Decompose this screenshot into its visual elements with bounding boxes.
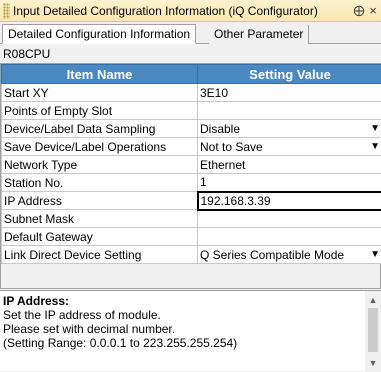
item-name-cell[interactable]: Default Gateway [2,228,198,246]
description-scrollbar[interactable]: ▲ ▼ [365,291,381,372]
tab-detailed-configuration[interactable]: Detailed Configuration Information [2,24,196,44]
description-pane: IP Address: Set the IP address of module… [0,290,381,371]
close-icon[interactable]: × [367,4,379,18]
tab-other-parameter[interactable]: Other Parameter [209,25,309,44]
dropdown-arrow-icon[interactable]: ▼ [370,138,380,156]
table-row[interactable]: Points of Empty Slot [2,102,381,120]
item-name-cell[interactable]: Network Type [2,156,198,174]
pin-icon[interactable]: ⨁ [353,4,365,18]
description-title: IP Address: [3,294,69,308]
tab-bar: Detailed Configuration Information Other… [0,22,381,44]
setting-value-text: Q Series Compatible Mode [200,248,344,262]
setting-value-text: 1 [200,175,207,189]
setting-value-cell[interactable]: Ethernet [198,156,381,174]
setting-value-text: Ethernet [200,158,245,172]
dropdown-arrow-icon[interactable]: ▼ [370,246,380,264]
setting-value-cell[interactable]: 3E10 [198,84,381,102]
setting-value-cell[interactable] [198,210,381,228]
table-row[interactable]: IP Address192.168.3.39 [2,192,381,210]
item-name-cell[interactable]: Device/Label Data Sampling [2,120,198,138]
scroll-up-icon[interactable]: ▲ [365,293,381,307]
item-name-cell[interactable]: Station No. [2,174,198,192]
grid-header-row: Item Name Setting Value [2,65,381,84]
table-row[interactable]: Link Direct Device SettingQ Series Compa… [2,246,381,264]
setting-value-text: Disable [200,122,240,136]
setting-value-cell[interactable]: Disable ▼ [198,120,381,138]
setting-value-text: Not to Save [200,140,263,154]
table-row[interactable]: Save Device/Label OperationsNot to Save ▼ [2,138,381,156]
table-row[interactable]: Station No.1 [2,174,381,192]
scroll-down-icon[interactable]: ▼ [365,356,381,370]
table-row[interactable]: Subnet Mask [2,210,381,228]
config-panel: Input Detailed Configuration Information… [0,0,381,371]
item-name-cell[interactable]: Points of Empty Slot [2,102,198,120]
item-name-cell[interactable]: Save Device/Label Operations [2,138,198,156]
setting-value-cell[interactable] [198,228,381,246]
setting-value-cell[interactable]: Not to Save ▼ [198,138,381,156]
column-header-setting-value: Setting Value [198,65,381,84]
panel-title: Input Detailed Configuration Information… [13,4,353,18]
item-name-cell[interactable]: Subnet Mask [2,210,198,228]
column-header-item-name: Item Name [2,65,198,84]
table-row[interactable]: Device/Label Data SamplingDisable ▼ [2,120,381,138]
drag-grip-icon[interactable] [3,3,10,19]
setting-value-cell[interactable]: 192.168.3.39 [198,192,381,210]
item-name-cell[interactable]: IP Address [2,192,198,210]
setting-value-text: 192.168.3.39 [201,194,271,208]
description-line: Set the IP address of module. [3,308,161,322]
table-row[interactable]: Start XY3E10 [2,84,381,102]
setting-value-cell[interactable]: Q Series Compatible Mode ▼ [198,246,381,264]
item-name-cell[interactable]: Link Direct Device Setting [2,246,198,264]
panel-titlebar[interactable]: Input Detailed Configuration Information… [0,0,381,22]
setting-value-cell[interactable]: 1 [198,174,381,192]
table-row[interactable]: Network TypeEthernet [2,156,381,174]
settings-grid: Item Name Setting Value Start XY3E10Poin… [0,63,381,289]
setting-value-text: 3E10 [200,86,228,100]
description-line: (Setting Range: 0.0.0.1 to 223.255.255.2… [3,336,237,350]
description-line: Please set with decimal number. [3,322,175,336]
setting-value-cell[interactable] [198,102,381,120]
scroll-thumb[interactable] [368,308,378,352]
dropdown-arrow-icon[interactable]: ▼ [370,120,380,138]
table-row[interactable]: Default Gateway [2,228,381,246]
item-name-cell[interactable]: Start XY [2,84,198,102]
cpu-model-label: R08CPU [3,47,50,61]
